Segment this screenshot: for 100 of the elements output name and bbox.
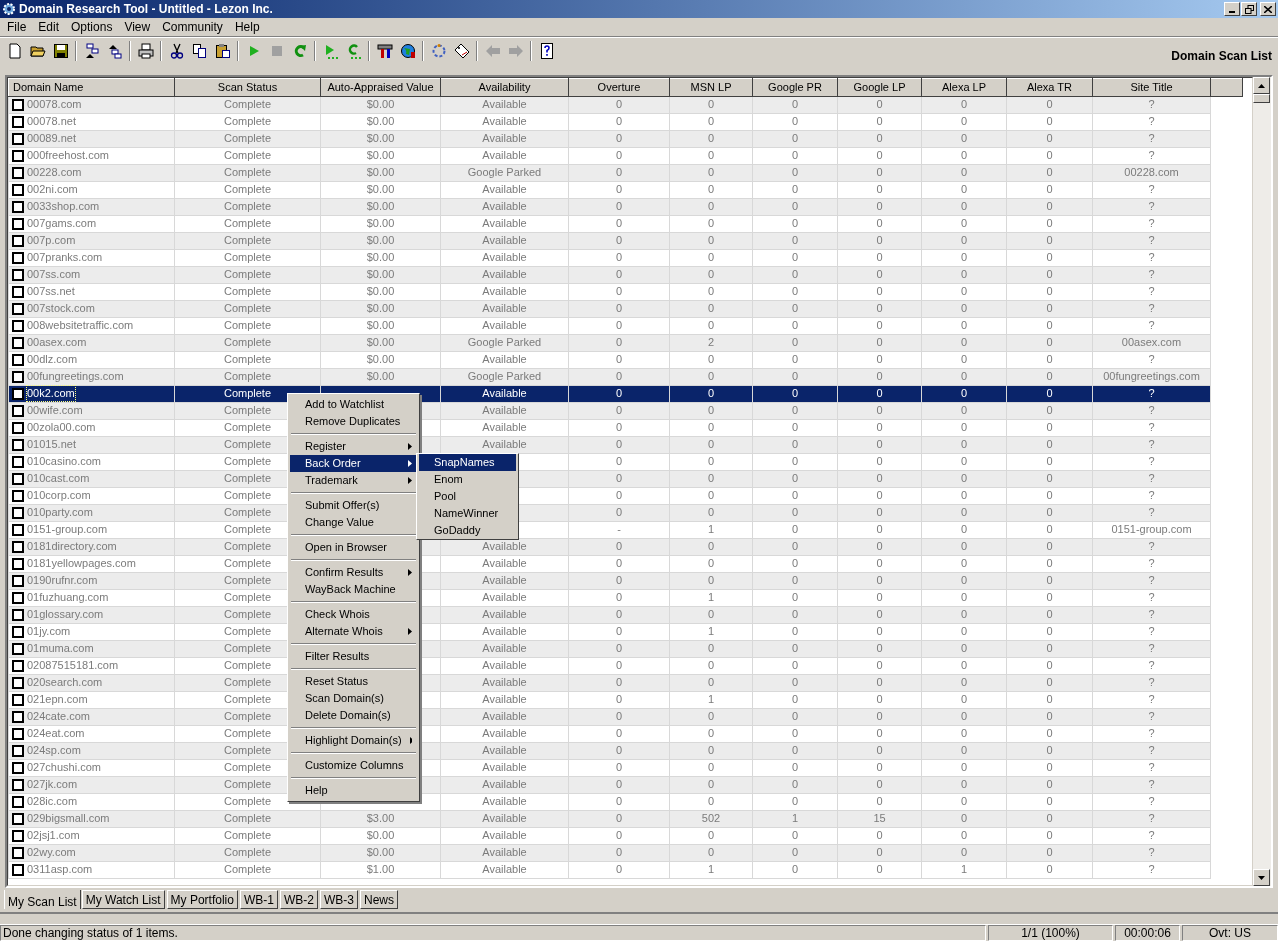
checkbox[interactable] [12, 319, 24, 332]
tab[interactable]: News [359, 890, 398, 909]
checkbox[interactable] [12, 115, 24, 128]
checkbox[interactable] [12, 778, 24, 791]
checkbox[interactable] [12, 540, 24, 553]
menu-item[interactable]: View [118, 18, 157, 36]
checkbox[interactable] [12, 557, 24, 570]
checkbox[interactable] [12, 472, 24, 485]
checkbox[interactable] [12, 166, 24, 179]
checkbox[interactable] [12, 608, 24, 621]
checkbox[interactable] [12, 506, 24, 519]
menu-item[interactable]: File [1, 18, 33, 36]
column-header[interactable]: Overture [568, 78, 670, 96]
checkbox[interactable] [12, 404, 24, 417]
checkbox[interactable] [12, 625, 24, 638]
table-cell: 0 [669, 725, 753, 742]
checkbox[interactable] [12, 642, 24, 655]
checkbox[interactable] [12, 421, 24, 434]
checkbox[interactable] [12, 336, 24, 349]
globe-icon[interactable] [399, 43, 416, 59]
tab[interactable]: WB-2 [279, 890, 318, 909]
tab[interactable]: My Scan List [4, 890, 81, 909]
column-header[interactable]: Alexa TR [1006, 78, 1093, 96]
scissors-icon[interactable] [168, 43, 185, 59]
tab[interactable]: WB-1 [239, 890, 278, 909]
table-cell: ? [1092, 232, 1211, 249]
print-icon[interactable] [137, 43, 154, 59]
menu-item[interactable]: Enom [419, 471, 516, 488]
scroll-up-button[interactable] [1253, 77, 1270, 94]
save-icon[interactable] [52, 43, 69, 59]
table-cell: 0 [752, 130, 838, 147]
tab[interactable]: WB-3 [319, 890, 358, 909]
cycle-icon[interactable] [430, 43, 447, 59]
checkbox[interactable] [12, 812, 24, 825]
checkbox[interactable] [12, 149, 24, 162]
tag-icon[interactable] [453, 43, 470, 59]
scrollbar[interactable] [1253, 77, 1271, 886]
close-button[interactable] [1260, 2, 1276, 16]
checkbox[interactable] [12, 217, 24, 230]
checkbox[interactable] [12, 744, 24, 757]
checkbox[interactable] [12, 455, 24, 468]
column-header[interactable]: Site Title [1092, 78, 1211, 96]
menu-item[interactable]: Community [156, 18, 229, 36]
menu-item[interactable]: Pool [419, 488, 516, 505]
checkbox[interactable] [12, 863, 24, 876]
menu-item[interactable]: Help [228, 18, 266, 36]
menu-item[interactable]: GoDaddy [419, 522, 516, 539]
checkbox[interactable] [12, 98, 24, 111]
checkbox[interactable] [12, 268, 24, 281]
tools-icon[interactable] [376, 43, 393, 59]
column-header[interactable]: Scan Status [174, 78, 321, 96]
checkbox[interactable] [12, 795, 24, 808]
menu-item[interactable]: NameWinner [419, 505, 516, 522]
checkbox[interactable] [12, 693, 24, 706]
checkbox[interactable] [12, 846, 24, 859]
checkbox[interactable] [12, 438, 24, 451]
new-file-icon[interactable] [6, 43, 23, 59]
checkbox[interactable] [12, 523, 24, 536]
checkbox[interactable] [12, 676, 24, 689]
checkbox[interactable] [12, 353, 24, 366]
tree-icon[interactable] [83, 43, 100, 59]
checkbox[interactable] [12, 659, 24, 672]
checkbox[interactable] [12, 370, 24, 383]
paste-icon[interactable] [214, 43, 231, 59]
menu-item[interactable]: Options [65, 18, 119, 36]
checkbox[interactable] [12, 302, 24, 315]
checkbox[interactable] [12, 727, 24, 740]
checkbox[interactable] [12, 183, 24, 196]
checkbox[interactable] [12, 387, 24, 400]
minimize-button[interactable] [1224, 2, 1240, 16]
column-header[interactable]: Alexa LP [921, 78, 1007, 96]
menu-item[interactable]: Back Order [290, 455, 417, 472]
checkbox[interactable] [12, 829, 24, 842]
scroll-down-button[interactable] [1253, 869, 1270, 886]
checkbox[interactable] [12, 251, 24, 264]
checkbox[interactable] [12, 591, 24, 604]
open-folder-icon[interactable] [29, 43, 46, 59]
checkbox[interactable] [12, 574, 24, 587]
restore-button[interactable] [1241, 2, 1257, 16]
column-header[interactable]: Domain Name [8, 78, 175, 96]
tab[interactable]: My Watch List [81, 890, 165, 909]
table-cell: 0 [752, 402, 838, 419]
help-icon[interactable] [538, 43, 555, 59]
checkbox[interactable] [12, 234, 24, 247]
copy-icon[interactable] [191, 43, 208, 59]
checkbox[interactable] [12, 761, 24, 774]
column-header[interactable]: Availability [440, 78, 569, 96]
column-header[interactable]: MSN LP [669, 78, 753, 96]
column-header[interactable]: Google LP [837, 78, 922, 96]
scroll-thumb[interactable] [1253, 94, 1270, 103]
tab[interactable]: My Portfolio [166, 890, 238, 909]
column-header[interactable]: Auto-Appraised Value [320, 78, 441, 96]
checkbox[interactable] [12, 710, 24, 723]
menu-item[interactable]: Edit [32, 18, 66, 36]
checkbox[interactable] [12, 285, 24, 298]
menu-item[interactable]: SnapNames [419, 454, 516, 471]
checkbox[interactable] [12, 132, 24, 145]
column-header[interactable]: Google PR [752, 78, 838, 96]
checkbox[interactable] [12, 200, 24, 213]
checkbox[interactable] [12, 489, 24, 502]
